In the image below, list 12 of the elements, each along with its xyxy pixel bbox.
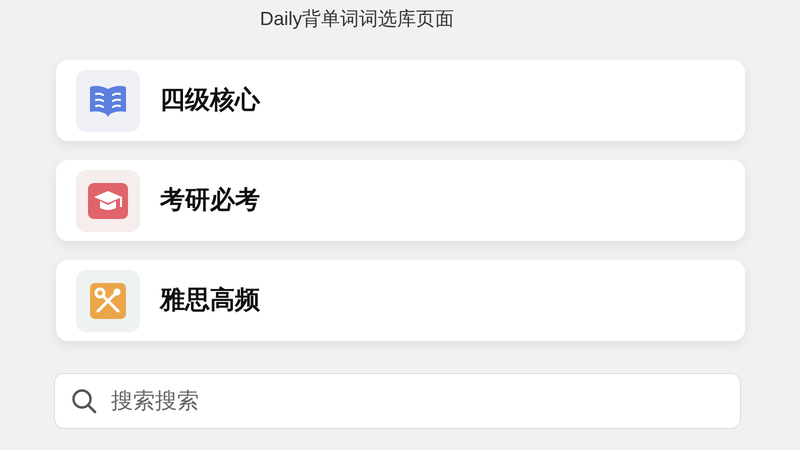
list-card[interactable]: 雅思高频 xyxy=(56,260,745,341)
card-label: 考研必考 xyxy=(160,184,260,216)
card-label: 雅思高频 xyxy=(160,284,260,316)
page-title: Daily背单词词选库页面 xyxy=(260,8,454,32)
search-field[interactable]: 搜索搜索 xyxy=(54,373,741,429)
card-label: 四级核心 xyxy=(160,84,260,116)
book-icon xyxy=(88,84,128,118)
search-icon xyxy=(70,387,98,415)
graduation-cap-icon xyxy=(88,182,128,218)
crossed-tools-icon xyxy=(90,282,126,318)
list-card[interactable]: 考研必考 xyxy=(56,160,745,241)
list-card[interactable]: 四级核心 xyxy=(56,60,745,141)
